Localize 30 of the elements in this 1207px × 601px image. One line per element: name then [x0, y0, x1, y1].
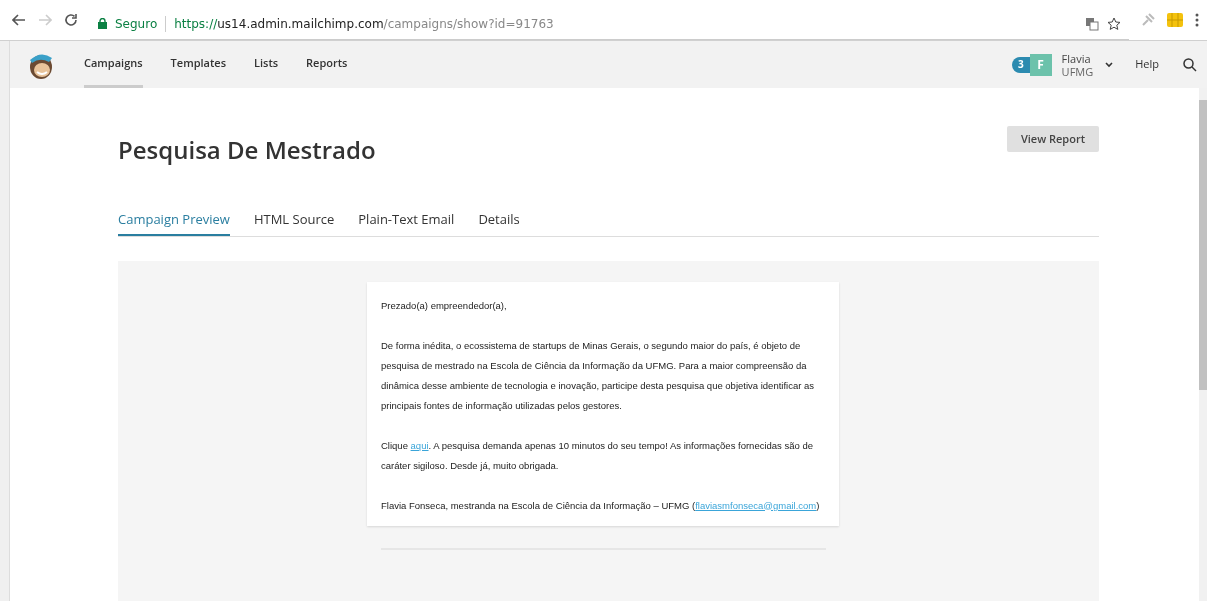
more-icon[interactable]: [1195, 13, 1199, 27]
help-link[interactable]: Help: [1135, 56, 1159, 73]
notification-badge[interactable]: 3: [1011, 56, 1030, 73]
view-report-button[interactable]: View Report: [1006, 126, 1099, 152]
email-paragraph: Clique aqui. A pesquisa demanda apenas 10 minutos do seu tempo! As informações fornecidas são de caráter sigiloso. Desde já, muito obrigada.: [381, 438, 814, 473]
address-bar[interactable]: Seguro https://us14.admin.mailchimp.com/campaigns/show?id=91763: [90, 8, 1129, 40]
scrollbar-thumb[interactable]: [1199, 100, 1207, 390]
chevron-down-icon[interactable]: [1105, 61, 1114, 68]
content-tab[interactable]: Campaign Preview: [118, 210, 230, 236]
url-text: https://us14.admin.mailchimp.com/campaigns/show?id=91763: [174, 15, 554, 33]
user-org: UFMG: [1061, 64, 1094, 78]
nav-tab[interactable]: Lists: [254, 41, 279, 88]
reload-icon[interactable]: [64, 13, 78, 27]
security-label: Seguro: [115, 15, 158, 33]
content-tab[interactable]: Details: [478, 210, 520, 236]
page-title: Pesquisa De Mestrado: [118, 132, 376, 168]
email-paragraph: Prezado(a) empreendedor(a),: [381, 298, 508, 313]
content-tab[interactable]: Plain-Text Email: [358, 210, 455, 236]
star-icon[interactable]: [1107, 16, 1121, 31]
user-name: Flavia: [1061, 51, 1092, 65]
lock-icon: [98, 18, 107, 29]
content-tab[interactable]: HTML Source: [253, 210, 335, 236]
search-icon[interactable]: [1183, 57, 1197, 72]
email-paragraph: De forma inédita, o ecossistema de startups de Minas Gerais, o segundo maior do país, é objeto de pesquisa de mestrado na Escola de Ciência da Informação da UFMG. Para a maior compreensão da dinâmica desse ambiente de tecnologia e inovação, participe desta pesquisa que objetiva identificar as principais fontes de informação utilizadas pelos gestores.: [381, 338, 816, 413]
back-icon[interactable]: [12, 13, 26, 27]
nav-tab[interactable]: Campaigns: [84, 41, 143, 88]
nav-tab[interactable]: Reports: [306, 41, 348, 88]
email-paragraph: Flavia Fonseca, mestranda na Escola de Ciência da Informação – UFMG (flaviasmfonseca@gmail.com): [381, 498, 821, 513]
translate-icon[interactable]: [1085, 16, 1099, 31]
nav-tab[interactable]: Templates: [170, 41, 226, 88]
